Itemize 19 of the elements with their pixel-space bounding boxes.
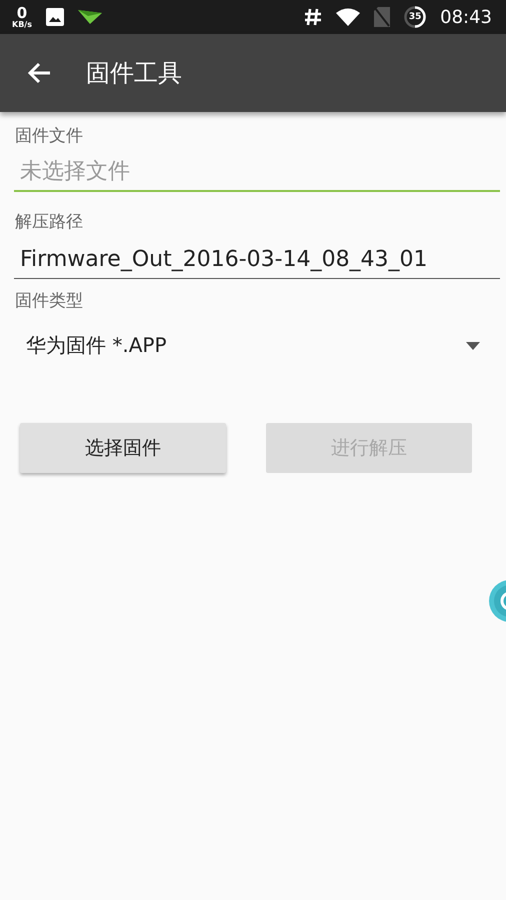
screen-title: 固件工具 bbox=[86, 58, 182, 89]
wifi-icon bbox=[336, 8, 360, 26]
battery-level: 35 bbox=[408, 11, 422, 24]
hash-icon bbox=[304, 8, 322, 26]
image-icon bbox=[46, 8, 64, 26]
net-speed: 0 bbox=[16, 6, 28, 20]
field-label: 解压路径 bbox=[15, 211, 84, 233]
type-dropdown[interactable]: 华为固件 *.APP bbox=[14, 316, 500, 375]
clock: 08:43 bbox=[440, 6, 492, 28]
path-field[interactable]: Firmware_Out_2016-03-14_08_43_01 bbox=[14, 241, 500, 279]
field-label: 固件类型 bbox=[15, 290, 84, 312]
paper-plane-icon bbox=[78, 10, 102, 24]
no-sim-icon bbox=[374, 7, 390, 27]
dropdown-arrow-icon bbox=[466, 342, 480, 350]
field-label: 固件文件 bbox=[15, 125, 84, 147]
back-icon[interactable] bbox=[26, 61, 52, 85]
action-button[interactable]: 选择固件 bbox=[20, 423, 226, 473]
file-field[interactable]: 未选择文件 bbox=[14, 153, 500, 192]
net-speed-unit: KB/s bbox=[12, 20, 32, 28]
